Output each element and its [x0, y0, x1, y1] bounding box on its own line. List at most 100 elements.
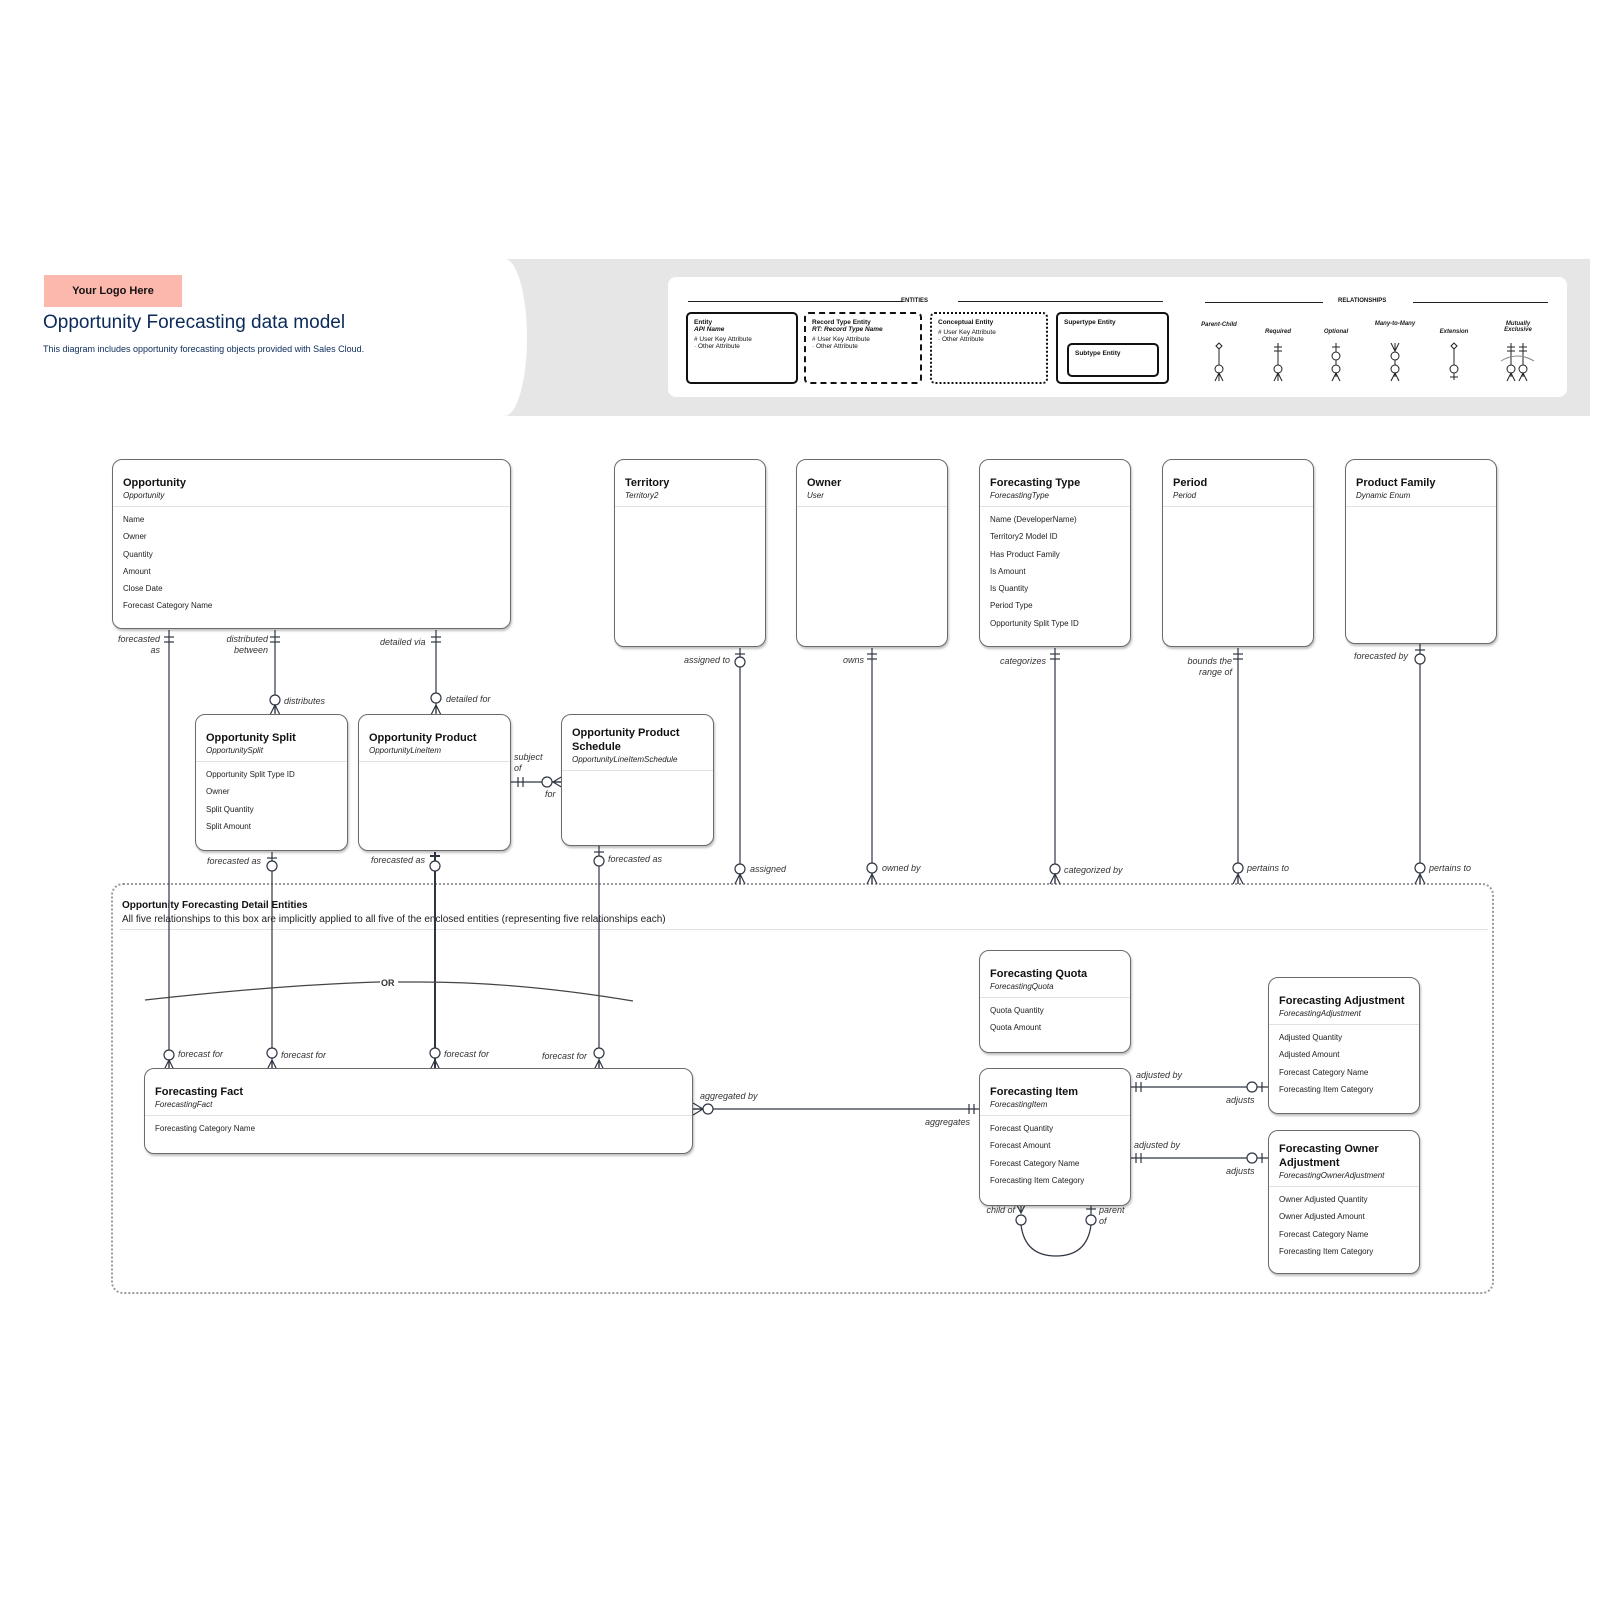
entity-opportunity-product-schedule[interactable]: Opportunity Product Schedule OpportunityL…	[561, 714, 714, 846]
entity-name: Territory	[625, 477, 670, 489]
entity-attribute: Forecasting Item Category	[1279, 1084, 1374, 1094]
entity-attribute: Opportunity Split Type ID	[990, 618, 1079, 628]
entity-name: Forecasting Item	[990, 1086, 1079, 1098]
rel-label: forecast for	[542, 1051, 588, 1061]
entity-forecasting-owner-adjustment[interactable]: Forecasting Owner Adjustment ForecastingO…	[1268, 1130, 1420, 1274]
entity-opportunity[interactable]: Opportunity Opportunity Name Owner Quanti…	[112, 459, 511, 629]
rel-label: distributes	[284, 696, 326, 706]
entity-forecasting-type[interactable]: Forecasting Type ForecastingType Name (De…	[979, 459, 1131, 647]
rel-label: parent of	[1099, 1205, 1125, 1226]
entity-attribute: Split Amount	[206, 821, 251, 831]
entity-forecasting-adjustment[interactable]: Forecasting Adjustment ForecastingAdjustm…	[1268, 977, 1420, 1114]
entity-api-name: ForecastingAdjustment	[1279, 1009, 1361, 1018]
entity-name: Forecasting Adjustment	[1279, 995, 1405, 1007]
rel-label: owns	[843, 655, 865, 665]
entity-api-name: OpportunityLineItem	[369, 746, 442, 755]
rel-label: distributed between	[226, 634, 268, 655]
rel-label: adjusted by	[1136, 1070, 1183, 1080]
entity-name: Product Family	[1356, 477, 1436, 489]
entity-name: Owner	[807, 477, 842, 489]
entity-name: Forecasting Quota	[990, 968, 1088, 980]
entity-api-name: Dynamic Enum	[1356, 491, 1411, 500]
entity-api-name: Period	[1173, 491, 1197, 500]
entity-attribute: Adjusted Quantity	[1279, 1033, 1343, 1042]
entity-attribute: Forecast Category Name	[1279, 1229, 1369, 1239]
entity-attribute: Close Date	[123, 584, 163, 594]
entity-attribute: Opportunity Split Type ID	[206, 770, 295, 779]
entity-api-name: User	[807, 491, 824, 500]
entity-name: Forecasting Fact	[155, 1086, 244, 1098]
rel-label: forecasted as	[207, 856, 262, 866]
entity-forecasting-item[interactable]: Forecasting Item ForecastingItem Forecast…	[979, 1068, 1131, 1206]
entity-attribute: Has Product Family	[990, 549, 1060, 559]
rel-label: categorizes	[1000, 656, 1047, 666]
rel-label: detailed for	[446, 694, 491, 704]
rel-item-self-reference	[1020, 1224, 1092, 1257]
entity-api-name: ForecastingType	[990, 491, 1049, 500]
entity-attribute: Amount	[123, 566, 151, 576]
entity-api-name: ForecastingOwnerAdjustment	[1279, 1171, 1385, 1180]
entity-owner[interactable]: Owner User	[796, 459, 948, 647]
entity-opportunity-split[interactable]: Opportunity Split OpportunitySplit Opport…	[195, 714, 348, 851]
entity-attribute: Forecasting Category Name	[155, 1124, 256, 1133]
entity-name: Opportunity Product	[369, 732, 477, 744]
entity-attribute: Period Type	[990, 601, 1033, 611]
rel-label: assigned to	[684, 655, 731, 665]
entity-product-family[interactable]: Product Family Dynamic Enum	[1345, 459, 1497, 644]
entity-attribute: Owner	[123, 532, 147, 542]
rel-label: subject of	[514, 752, 543, 773]
rel-label: forecasted as	[608, 854, 663, 864]
rel-label: pertains to	[1429, 863, 1472, 873]
entity-attribute: Name (DeveloperName)	[990, 515, 1077, 524]
rel-label: forecast for	[178, 1049, 224, 1059]
entity-territory[interactable]: Territory Territory2	[614, 459, 766, 647]
rel-label: aggregated by	[700, 1091, 758, 1101]
rel-label: forecast for	[444, 1049, 490, 1059]
entity-api-name: Opportunity	[123, 491, 165, 500]
rel-label: forecasted as	[371, 855, 426, 865]
entity-api-name: OpportunitySplit	[206, 746, 263, 755]
entity-name: Opportunity	[123, 477, 186, 489]
rel-label: child of	[986, 1205, 1015, 1215]
entity-name: Forecasting Type	[990, 477, 1081, 489]
rel-label: forecast for	[281, 1050, 327, 1060]
entity-attribute: Adjusted Amount	[1279, 1050, 1340, 1060]
entity-attribute: Quota Amount	[990, 1023, 1042, 1033]
rel-label: detailed via	[380, 637, 426, 647]
rel-label: aggregates	[925, 1117, 971, 1127]
rel-label: owned by	[882, 863, 921, 873]
or-label: OR	[381, 978, 395, 988]
entity-attribute: Is Quantity	[990, 584, 1029, 594]
entity-forecasting-fact[interactable]: Forecasting Fact ForecastingFact Forecast…	[144, 1068, 693, 1154]
entity-attribute: Forecast Category Name	[1279, 1067, 1369, 1077]
rel-label: categorized by	[1064, 865, 1123, 875]
rel-label: adjusts	[1226, 1166, 1255, 1176]
rel-label: assigned	[750, 864, 787, 874]
entity-forecasting-quota[interactable]: Forecasting Quota ForecastingQuota Quota …	[979, 950, 1131, 1053]
entity-attribute: Owner	[206, 787, 230, 797]
entity-name: Period	[1173, 477, 1208, 489]
entity-period[interactable]: Period Period	[1162, 459, 1314, 647]
rel-label: adjusts	[1226, 1095, 1255, 1105]
entity-opportunity-product[interactable]: Opportunity Product OpportunityLineItem	[358, 714, 511, 851]
entity-name: Opportunity Split	[206, 732, 296, 744]
rel-label: pertains to	[1247, 863, 1290, 873]
entity-attribute: Split Quantity	[206, 804, 254, 814]
entity-attribute: Forecast Amount	[990, 1141, 1051, 1151]
entity-attribute: Forecasting Item Category	[1279, 1246, 1374, 1256]
rel-label: adjusted by	[1134, 1140, 1181, 1150]
entity-attribute: Is Amount	[990, 566, 1026, 576]
entity-attribute: Forecasting Item Category	[990, 1175, 1085, 1185]
rel-label: forecasted by	[1354, 651, 1409, 661]
entity-api-name: ForecastingFact	[155, 1100, 213, 1109]
entity-api-name: ForecastingQuota	[990, 982, 1054, 991]
entity-attribute: Quantity	[123, 549, 153, 559]
entity-api-name: OpportunityLineItemSchedule	[572, 755, 678, 764]
rel-label: bounds the range of	[1187, 656, 1232, 677]
entity-attribute: Name	[123, 515, 145, 524]
rel-label: for	[545, 789, 556, 799]
entity-name: Forecasting Owner Adjustment	[1279, 1143, 1379, 1169]
entity-attribute: Forecast Category Name	[990, 1158, 1080, 1168]
entity-api-name: ForecastingItem	[990, 1100, 1048, 1109]
entity-api-name: Territory2	[625, 491, 659, 500]
